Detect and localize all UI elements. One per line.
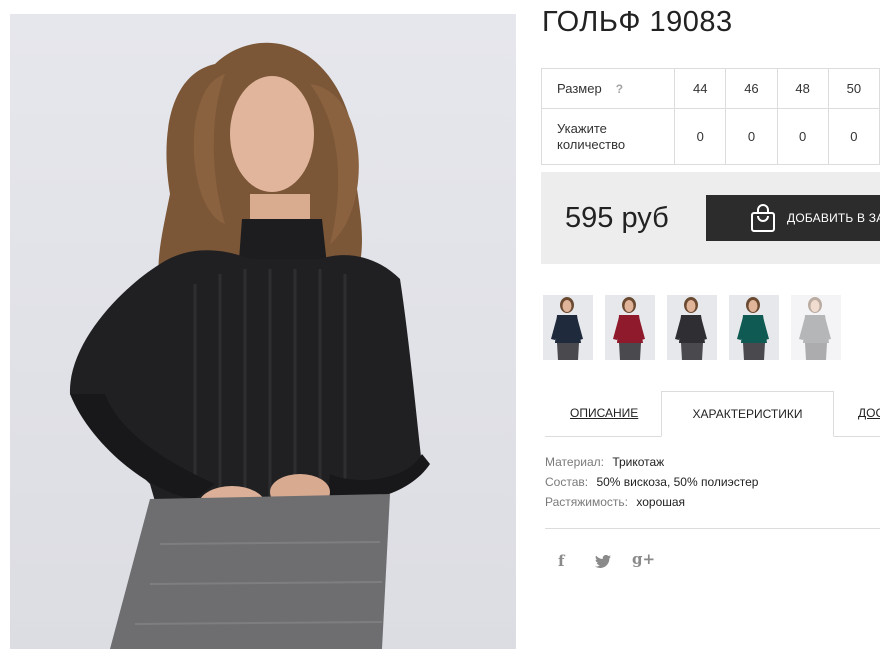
color-variant-thumbnail[interactable] <box>791 295 841 360</box>
facebook-icon[interactable]: f <box>558 552 564 570</box>
shopping-bag-icon <box>751 204 775 232</box>
tab-characteristics[interactable]: ХАРАКТЕРИСТИКИ <box>661 391 834 437</box>
variant-model-image <box>675 297 707 360</box>
characteristics-list: Материал: Трикотаж Состав: 50% вискоза, … <box>545 455 758 515</box>
tab-delivery[interactable]: ДОСТАВКА <box>858 391 880 435</box>
section-divider <box>545 528 880 529</box>
spec-label: Материал: <box>545 455 604 469</box>
product-title: ГОЛЬФ 19083 <box>542 6 733 38</box>
tab-description[interactable]: ОПИСАНИЕ <box>570 391 638 435</box>
spec-row-material: Материал: Трикотаж <box>545 455 758 475</box>
quantity-input[interactable]: 0 <box>725 108 778 165</box>
color-variant-thumbnail[interactable] <box>667 295 717 360</box>
spec-row-stretch: Растяжимость: хорошая <box>545 495 758 515</box>
size-option: 50 <box>827 68 880 109</box>
spec-label: Растяжимость: <box>545 495 629 509</box>
size-label-cell: Размер? <box>540 68 676 109</box>
size-help-icon[interactable]: ? <box>616 82 623 96</box>
product-price: 595 руб <box>565 202 669 234</box>
size-quantity-table: Размер? 44 46 48 50 Укажите количество 0… <box>540 68 880 165</box>
google-plus-icon[interactable]: g+ <box>632 550 655 568</box>
size-option: 46 <box>725 68 778 109</box>
spec-value: 50% вискоза, 50% полиэстер <box>596 475 759 489</box>
variant-model-image <box>613 297 645 360</box>
size-label: Размер <box>557 81 602 96</box>
spec-value: Трикотаж <box>612 455 665 469</box>
product-tabs: ОПИСАНИЕ ХАРАКТЕРИСТИКИ ДОСТАВКА <box>545 391 880 437</box>
color-variant-thumbnail[interactable] <box>729 295 779 360</box>
variant-model-image <box>551 297 583 360</box>
product-main-photo[interactable] <box>10 14 516 649</box>
twitter-icon[interactable] <box>595 555 611 568</box>
variant-model-image <box>737 297 769 360</box>
size-option: 44 <box>674 68 727 109</box>
color-variant-thumbnail[interactable] <box>543 295 593 360</box>
quantity-label: Укажите количество <box>540 108 676 165</box>
add-to-cart-button[interactable]: ДОБАВИТЬ В ЗАКАЗ <box>706 195 880 241</box>
spec-value: хорошая <box>636 495 686 509</box>
model-illustration <box>69 42 430 649</box>
quantity-input[interactable]: 0 <box>674 108 727 165</box>
color-variant-thumbnail[interactable] <box>605 295 655 360</box>
variant-model-image <box>799 297 831 360</box>
quantity-input[interactable]: 0 <box>827 108 880 165</box>
spec-label: Состав: <box>545 475 589 489</box>
quantity-input[interactable]: 0 <box>776 108 829 165</box>
add-to-cart-label: ДОБАВИТЬ В ЗАКАЗ <box>787 211 880 225</box>
size-option: 48 <box>776 68 829 109</box>
price-panel: 595 руб ДОБАВИТЬ В ЗАКАЗ <box>541 172 880 264</box>
spec-row-composition: Состав: 50% вискоза, 50% полиэстер <box>545 475 758 495</box>
